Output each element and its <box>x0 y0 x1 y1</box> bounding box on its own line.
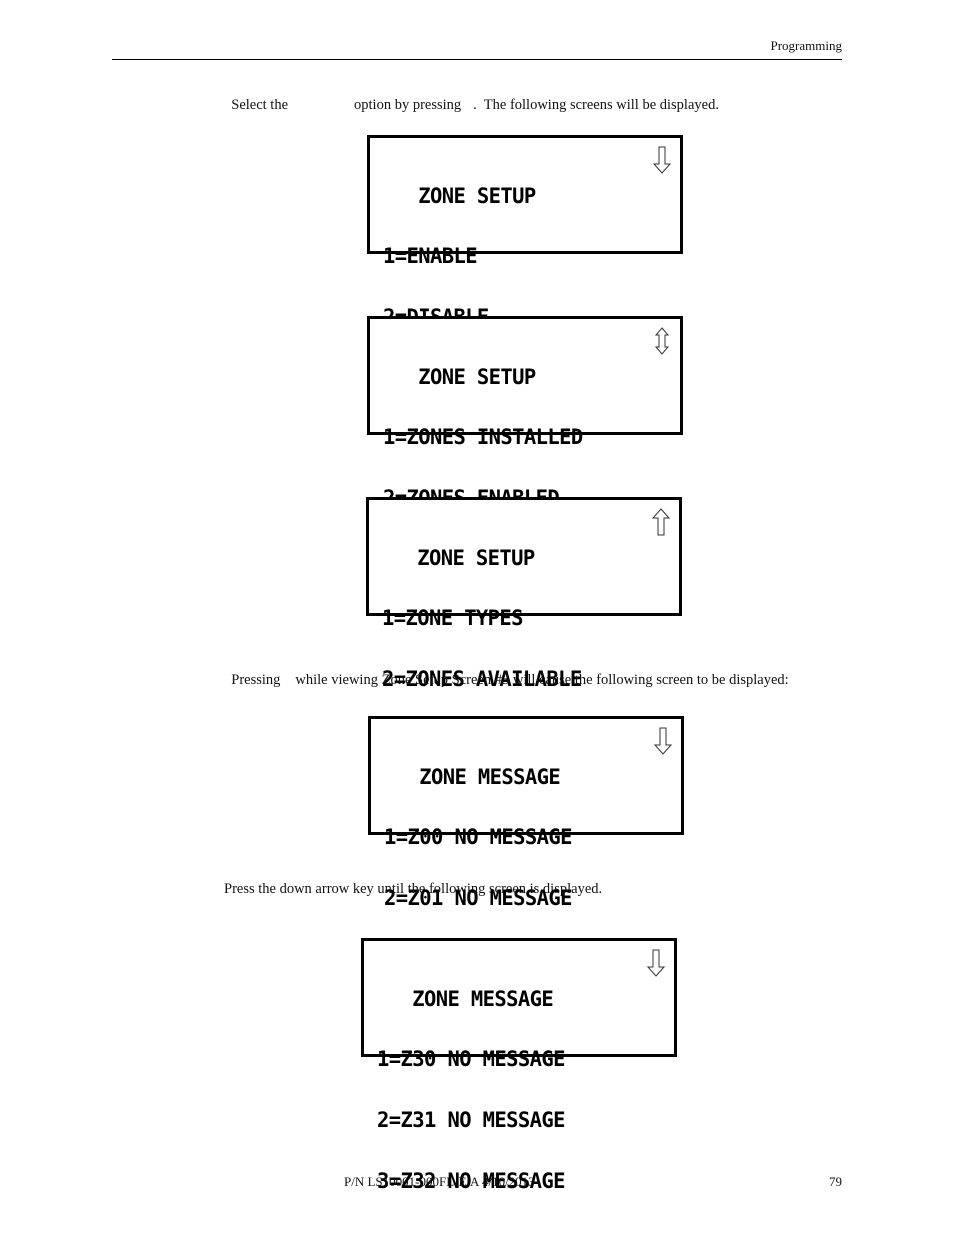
intro-text-3: . The following screens will be displaye… <box>473 97 719 113</box>
part-number: P/N LS10001-000FL-E:A 4/10/2013 <box>344 1174 535 1189</box>
down-arrow-icon <box>653 727 673 755</box>
intro-text-1: Select the <box>231 97 289 113</box>
intro-paragraph: Select the option by pressing . The follow… <box>224 80 719 114</box>
up-down-arrow-icon <box>654 327 670 355</box>
pressing-paragraph: Pressing while viewing Zone Setup Screen … <box>224 655 789 689</box>
lcd-line: 1=ENABLE <box>383 243 478 269</box>
header-divider <box>112 59 842 60</box>
lcd-line: 1=Z30 NO MESSAGE <box>377 1046 565 1072</box>
lcd-screen-zone-setup-3: ZONE SETUP 1=ZONE TYPES 2=ZONES AVAILABL… <box>366 497 682 751</box>
lcd-line: 2=Z31 NO MESSAGE <box>377 1107 565 1133</box>
pressing-text-2: while viewing Zone Setup Screen #3 will … <box>295 672 789 688</box>
lcd-line: ZONE MESSAGE <box>377 985 554 1011</box>
page-number: 79 <box>829 1174 842 1189</box>
pressing-text-1: Pressing <box>231 672 281 688</box>
down-arrow-icon <box>652 146 672 174</box>
lcd-screen-zone-setup-1: ZONE SETUP 1=ENABLE 2=DISABLE 3=ZONE 97 … <box>367 135 683 389</box>
lcd-line: 1=ZONES INSTALLED <box>383 424 583 450</box>
lcd-line: 1=Z00 NO MESSAGE <box>384 824 572 850</box>
lcd-line: ZONE SETUP <box>383 363 536 389</box>
lcd-line: ZONE SETUP <box>382 544 535 570</box>
lcd-screen-zone-message-1: ZONE MESSAGE 1=Z00 NO MESSAGE 2=Z01 NO M… <box>368 716 684 970</box>
lcd-line: 1=ZONE TYPES <box>382 605 524 631</box>
up-arrow-icon <box>651 508 671 536</box>
lcd-screen-zone-message-2: ZONE MESSAGE 1=Z30 NO MESSAGE 2=Z31 NO M… <box>361 938 677 1192</box>
down-arrow-paragraph: Press the down arrow key until the follo… <box>224 881 603 897</box>
intro-text-2: option by pressing <box>354 97 462 113</box>
down-arrow-icon <box>646 949 666 977</box>
lcd-line: ZONE MESSAGE <box>384 763 561 789</box>
section-title: Programming <box>770 38 843 53</box>
lcd-line: ZONE SETUP <box>383 182 536 208</box>
lcd-screen-zone-setup-2: ZONE SETUP 1=ZONES INSTALLED 2=ZONES ENA… <box>367 316 683 570</box>
